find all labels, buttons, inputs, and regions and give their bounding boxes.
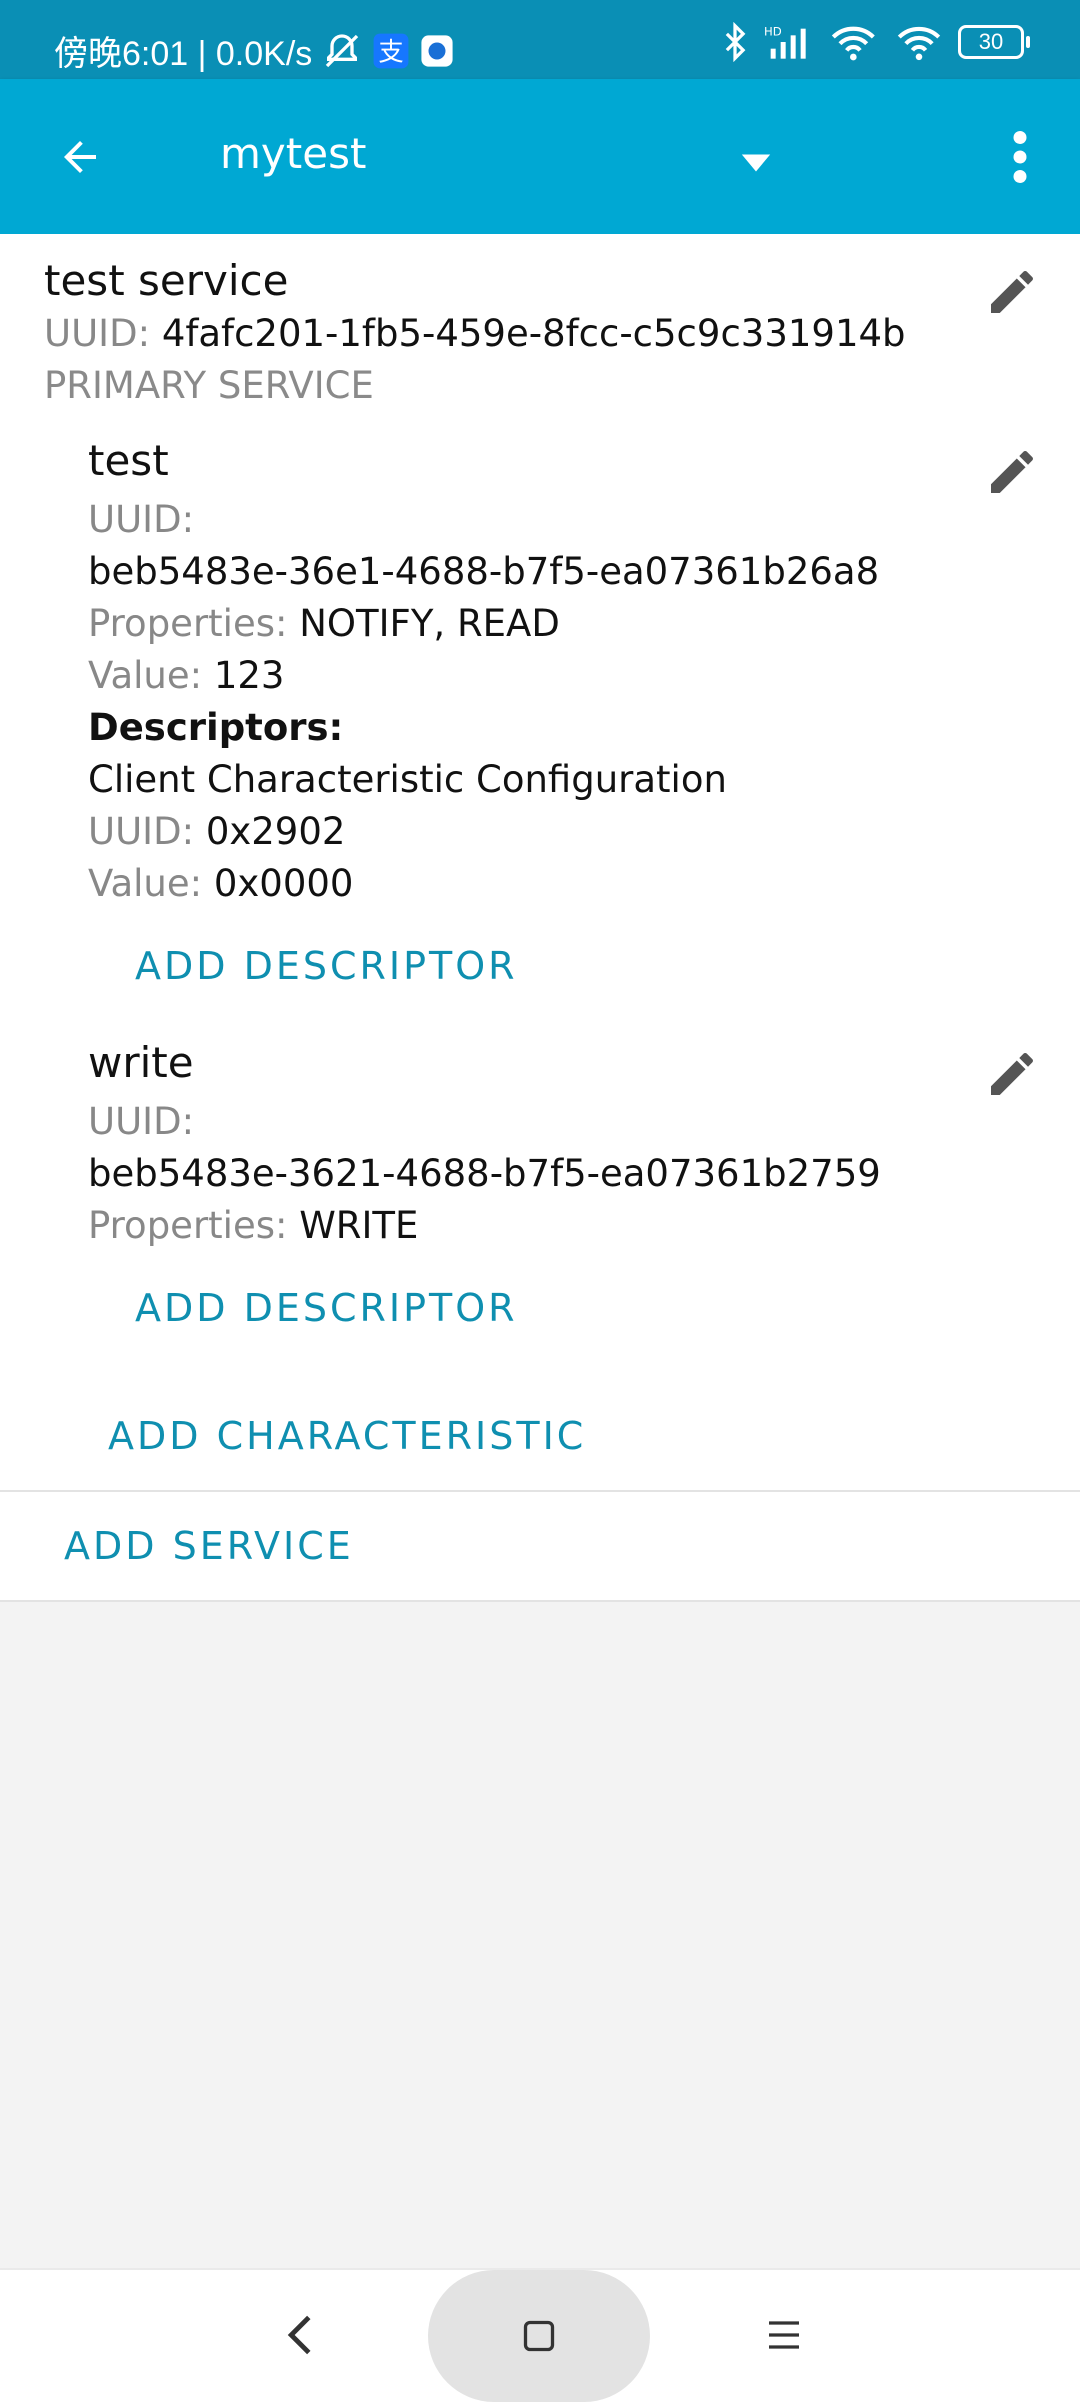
signal-hd-icon: HD [764,24,806,59]
battery-level: 30 [978,29,1004,54]
properties-value: NOTIFY, READ [299,602,560,645]
descriptor-value-label: Value: [88,862,203,905]
properties-label: Properties: [88,602,288,645]
battery-icon: 30 [958,25,1030,59]
status-bar-right: HD 30 [722,22,1030,62]
service-type: PRIMARY SERVICE [44,364,374,407]
properties-value: WRITE [299,1204,419,1247]
svg-text:HD: HD [764,24,782,38]
characteristic-uuid-label: UUID: [88,498,195,541]
service-name: test service [44,256,289,305]
status-bar-left: 傍晚6:01 | 0.0K/s 支 [54,26,454,75]
back-arrow-icon [64,141,96,173]
more-options-button[interactable] [990,121,1050,193]
descriptors-heading: Descriptors: [88,706,344,749]
alipay-icon: 支 [373,33,409,68]
status-bar: 傍晚6:01 | 0.0K/s 支 HD 30 [0,0,1080,79]
bluetooth-icon [725,22,746,62]
dropdown-triangle-icon [741,154,771,172]
edit-service-icon[interactable] [984,264,1040,320]
nav-recents-icon [769,2321,799,2349]
service-uuid-label: UUID: [44,312,151,355]
add-characteristic-button[interactable]: ADD CHARACTERISTIC [108,1414,586,1458]
navigation-bar [0,2268,1080,2402]
edit-characteristic-icon[interactable] [984,1046,1040,1102]
svg-text:支: 支 [379,36,404,66]
app-icon [421,34,453,67]
characteristic-value-row: Value: 123 [88,654,284,698]
characteristic-name-write: write [88,1038,194,1087]
nav-home-icon [523,2320,555,2352]
add-service-button[interactable]: ADD SERVICE [64,1524,354,1568]
edit-characteristic-icon[interactable] [984,444,1040,500]
properties-label: Properties: [88,1204,288,1247]
add-descriptor-button[interactable]: ADD DESCRIPTOR [135,1286,518,1330]
back-button[interactable] [44,121,116,193]
characteristic-properties-row: Properties: NOTIFY, READ [88,602,560,646]
wifi-link-icon [831,26,875,61]
service-uuid-row: UUID: 4fafc201-1fb5-459e-8fcc-c5c9c33191… [44,312,906,356]
value-text: 123 [213,654,285,697]
wifi-icon [897,26,941,61]
characteristic-name-test: test [88,436,169,485]
descriptor-value-row: Value: 0x0000 [88,862,353,906]
title-dropdown-button[interactable] [730,137,782,189]
descriptor-name: Client Characteristic Configuration [88,758,727,801]
nav-back-icon [287,2315,311,2355]
characteristic-properties-row: Properties: WRITE [88,1204,418,1248]
characteristic-uuid-label: UUID: [88,1100,195,1143]
app-bar: mytest [0,79,1080,234]
add-descriptor-button[interactable]: ADD DESCRIPTOR [135,944,518,988]
divider [0,1490,1080,1492]
descriptor-uuid: 0x2902 [205,810,346,853]
nav-recents-button[interactable] [754,2300,814,2370]
value-label: Value: [88,654,203,697]
descriptor-value: 0x0000 [213,862,354,905]
status-time: 傍晚6:01 | 0.0K/s [54,35,313,73]
nav-home-button[interactable] [428,2270,650,2402]
characteristic-uuid: beb5483e-3621-4688-b7f5-ea07361b2759 [88,1152,881,1195]
mute-icon [326,33,359,67]
divider [0,1600,1080,1602]
more-vert-icon [1013,131,1027,183]
descriptor-uuid-label: UUID: [88,810,195,853]
service-uuid: 4fafc201-1fb5-459e-8fcc-c5c9c331914b [161,312,906,355]
service-list: test service UUID: 4fafc201-1fb5-459e-8f… [0,234,1080,1602]
nav-back-button[interactable] [270,2300,330,2370]
characteristic-uuid: beb5483e-36e1-4688-b7f5-ea07361b26a8 [88,550,880,593]
page-title: mytest [220,129,367,178]
descriptor-uuid-row: UUID: 0x2902 [88,810,345,854]
